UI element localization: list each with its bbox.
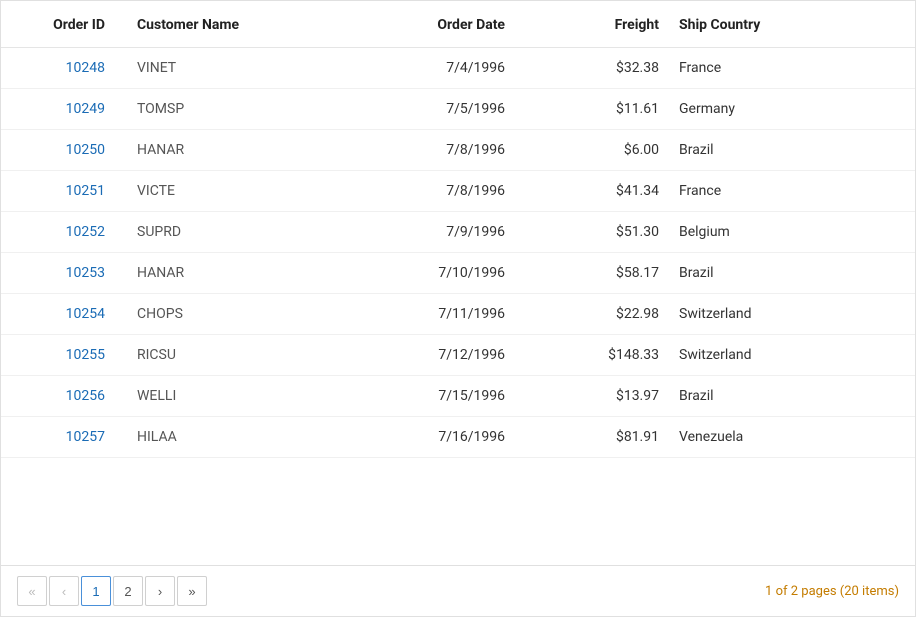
table-row: 10252SUPRD7/9/1996$51.30Belgium <box>1 212 915 253</box>
cell-country: Brazil <box>671 253 915 294</box>
cell-orderid: 10251 <box>1 171 121 212</box>
cell-country: Switzerland <box>671 294 915 335</box>
cell-freight: $32.38 <box>521 48 671 89</box>
table-row: 10257HILAA7/16/1996$81.91Venezuela <box>1 417 915 458</box>
cell-country: Brazil <box>671 130 915 171</box>
cell-country: Belgium <box>671 212 915 253</box>
cell-customer: RICSU <box>121 335 301 376</box>
table-row: 10251VICTE7/8/1996$41.34France <box>1 171 915 212</box>
cell-orderid: 10256 <box>1 376 121 417</box>
cell-customer: VINET <box>121 48 301 89</box>
cell-orderid: 10255 <box>1 335 121 376</box>
cell-orderid: 10254 <box>1 294 121 335</box>
cell-customer: HILAA <box>121 417 301 458</box>
cell-freight: $58.17 <box>521 253 671 294</box>
cell-orderid: 10249 <box>1 89 121 130</box>
cell-date: 7/15/1996 <box>301 376 521 417</box>
data-table: Order ID Customer Name Order Date Freigh… <box>1 1 915 458</box>
cell-date: 7/8/1996 <box>301 130 521 171</box>
table-row: 10254CHOPS7/11/1996$22.98Switzerland <box>1 294 915 335</box>
cell-date: 7/8/1996 <box>301 171 521 212</box>
col-header-country: Ship Country <box>671 1 915 48</box>
cell-customer: VICTE <box>121 171 301 212</box>
pagination-page-2-button[interactable]: 2 <box>113 576 143 606</box>
cell-freight: $11.61 <box>521 89 671 130</box>
cell-customer: TOMSP <box>121 89 301 130</box>
col-header-customer: Customer Name <box>121 1 301 48</box>
cell-freight: $13.97 <box>521 376 671 417</box>
cell-orderid: 10250 <box>1 130 121 171</box>
cell-customer: WELLI <box>121 376 301 417</box>
cell-country: Germany <box>671 89 915 130</box>
cell-date: 7/5/1996 <box>301 89 521 130</box>
pagination-next-button[interactable]: › <box>145 576 175 606</box>
cell-country: France <box>671 171 915 212</box>
cell-country: Switzerland <box>671 335 915 376</box>
cell-freight: $81.91 <box>521 417 671 458</box>
table-row: 10253HANAR7/10/1996$58.17Brazil <box>1 253 915 294</box>
cell-customer: CHOPS <box>121 294 301 335</box>
table-row: 10255RICSU7/12/1996$148.33Switzerland <box>1 335 915 376</box>
pagination-prev-button[interactable]: ‹ <box>49 576 79 606</box>
pagination-bar: « ‹ 1 2 › » 1 of 2 pages (20 items) <box>1 565 915 616</box>
table-row: 10249TOMSP7/5/1996$11.61Germany <box>1 89 915 130</box>
table-row: 10248VINET7/4/1996$32.38France <box>1 48 915 89</box>
pagination-page-1-button[interactable]: 1 <box>81 576 111 606</box>
cell-date: 7/11/1996 <box>301 294 521 335</box>
cell-freight: $148.33 <box>521 335 671 376</box>
cell-freight: $41.34 <box>521 171 671 212</box>
pagination-first-button[interactable]: « <box>17 576 47 606</box>
cell-date: 7/9/1996 <box>301 212 521 253</box>
cell-date: 7/4/1996 <box>301 48 521 89</box>
cell-freight: $51.30 <box>521 212 671 253</box>
pagination-last-button[interactable]: » <box>177 576 207 606</box>
cell-freight: $6.00 <box>521 130 671 171</box>
cell-date: 7/10/1996 <box>301 253 521 294</box>
cell-orderid: 10257 <box>1 417 121 458</box>
col-header-freight: Freight <box>521 1 671 48</box>
cell-orderid: 10252 <box>1 212 121 253</box>
cell-date: 7/12/1996 <box>301 335 521 376</box>
cell-customer: HANAR <box>121 130 301 171</box>
table-wrapper: Order ID Customer Name Order Date Freigh… <box>1 1 915 565</box>
col-header-date: Order Date <box>301 1 521 48</box>
table-row: 10250HANAR7/8/1996$6.00Brazil <box>1 130 915 171</box>
cell-customer: SUPRD <box>121 212 301 253</box>
main-container: Order ID Customer Name Order Date Freigh… <box>0 0 916 617</box>
cell-orderid: 10253 <box>1 253 121 294</box>
cell-freight: $22.98 <box>521 294 671 335</box>
col-header-orderid: Order ID <box>1 1 121 48</box>
cell-country: France <box>671 48 915 89</box>
cell-country: Venezuela <box>671 417 915 458</box>
pagination-controls: « ‹ 1 2 › » <box>17 576 207 606</box>
cell-country: Brazil <box>671 376 915 417</box>
table-row: 10256WELLI7/15/1996$13.97Brazil <box>1 376 915 417</box>
cell-date: 7/16/1996 <box>301 417 521 458</box>
pagination-info: 1 of 2 pages (20 items) <box>765 584 899 599</box>
cell-orderid: 10248 <box>1 48 121 89</box>
cell-customer: HANAR <box>121 253 301 294</box>
